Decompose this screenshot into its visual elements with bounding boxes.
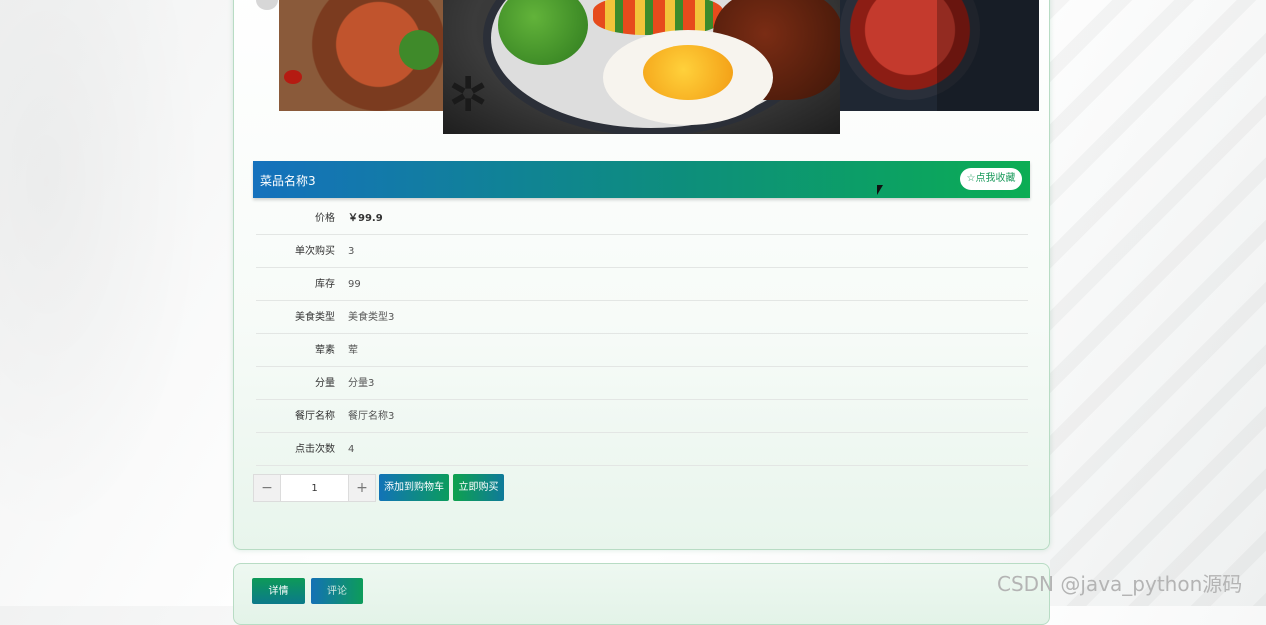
- table-row: 价格 ￥99.9: [256, 202, 1028, 235]
- favorite-button[interactable]: ☆点我收藏: [960, 168, 1022, 190]
- tab-detail[interactable]: 详情: [252, 578, 305, 604]
- food-type-label: 美食类型: [295, 312, 335, 323]
- click-count-value: 4: [348, 444, 355, 455]
- quantity-stepper: − +: [253, 474, 376, 502]
- background-pattern-right: [1050, 0, 1266, 606]
- meat-veg-value: 荤: [348, 345, 358, 356]
- carousel-image-left[interactable]: [279, 0, 445, 111]
- per-purchase-label: 单次购买: [295, 246, 335, 257]
- watermark: CSDN @java_python源码: [997, 572, 1243, 596]
- table-row: 荤素 荤: [256, 334, 1028, 367]
- decrease-button[interactable]: −: [254, 475, 281, 501]
- add-to-cart-button[interactable]: 添加到购物车: [379, 474, 449, 501]
- table-row: 库存 99: [256, 268, 1028, 301]
- carousel-image-main[interactable]: ✲: [443, 0, 840, 134]
- carousel-image-right[interactable]: [840, 0, 1039, 111]
- tab-comment[interactable]: 评论: [311, 578, 363, 604]
- table-row: 单次购买 3: [256, 235, 1028, 268]
- restaurant-value: 餐厅名称3: [348, 411, 395, 422]
- chili-shape: [284, 70, 302, 84]
- mouse-cursor-icon: [877, 185, 886, 195]
- product-title: 菜品名称3: [260, 174, 316, 188]
- table-row: 点击次数 4: [256, 433, 1028, 466]
- table-row: 分量 分量3: [256, 367, 1028, 400]
- egg-yolk-shape: [643, 45, 733, 100]
- star-anise-icon: ✲: [448, 67, 489, 123]
- food-type-value: 美食类型3: [348, 312, 395, 323]
- table-row: 美食类型 美食类型3: [256, 301, 1028, 334]
- broccoli-shape: [399, 30, 439, 70]
- price-label: 价格: [315, 213, 335, 224]
- stock-label: 库存: [315, 279, 335, 290]
- image-shade: [937, 0, 1039, 111]
- product-title-bar: 菜品名称3 ☆点我收藏: [253, 161, 1030, 198]
- quantity-input[interactable]: [282, 475, 347, 501]
- portion-value: 分量3: [348, 378, 375, 389]
- meat-veg-label: 荤素: [315, 345, 335, 356]
- buy-now-button[interactable]: 立即购买: [453, 474, 504, 501]
- restaurant-label: 餐厅名称: [295, 411, 335, 422]
- price-value: ￥99.9: [348, 213, 383, 224]
- product-info-table: 价格 ￥99.9 单次购买 3 库存 99 美食类型 美食类型3 荤素 荤 分量…: [256, 202, 1028, 466]
- click-count-label: 点击次数: [295, 444, 335, 455]
- per-purchase-value: 3: [348, 246, 355, 257]
- table-row: 餐厅名称 餐厅名称3: [256, 400, 1028, 433]
- increase-button[interactable]: +: [348, 475, 375, 501]
- portion-label: 分量: [315, 378, 335, 389]
- background-pattern-left: [0, 0, 232, 606]
- veggies-shape: [593, 0, 723, 35]
- stock-value: 99: [348, 279, 361, 290]
